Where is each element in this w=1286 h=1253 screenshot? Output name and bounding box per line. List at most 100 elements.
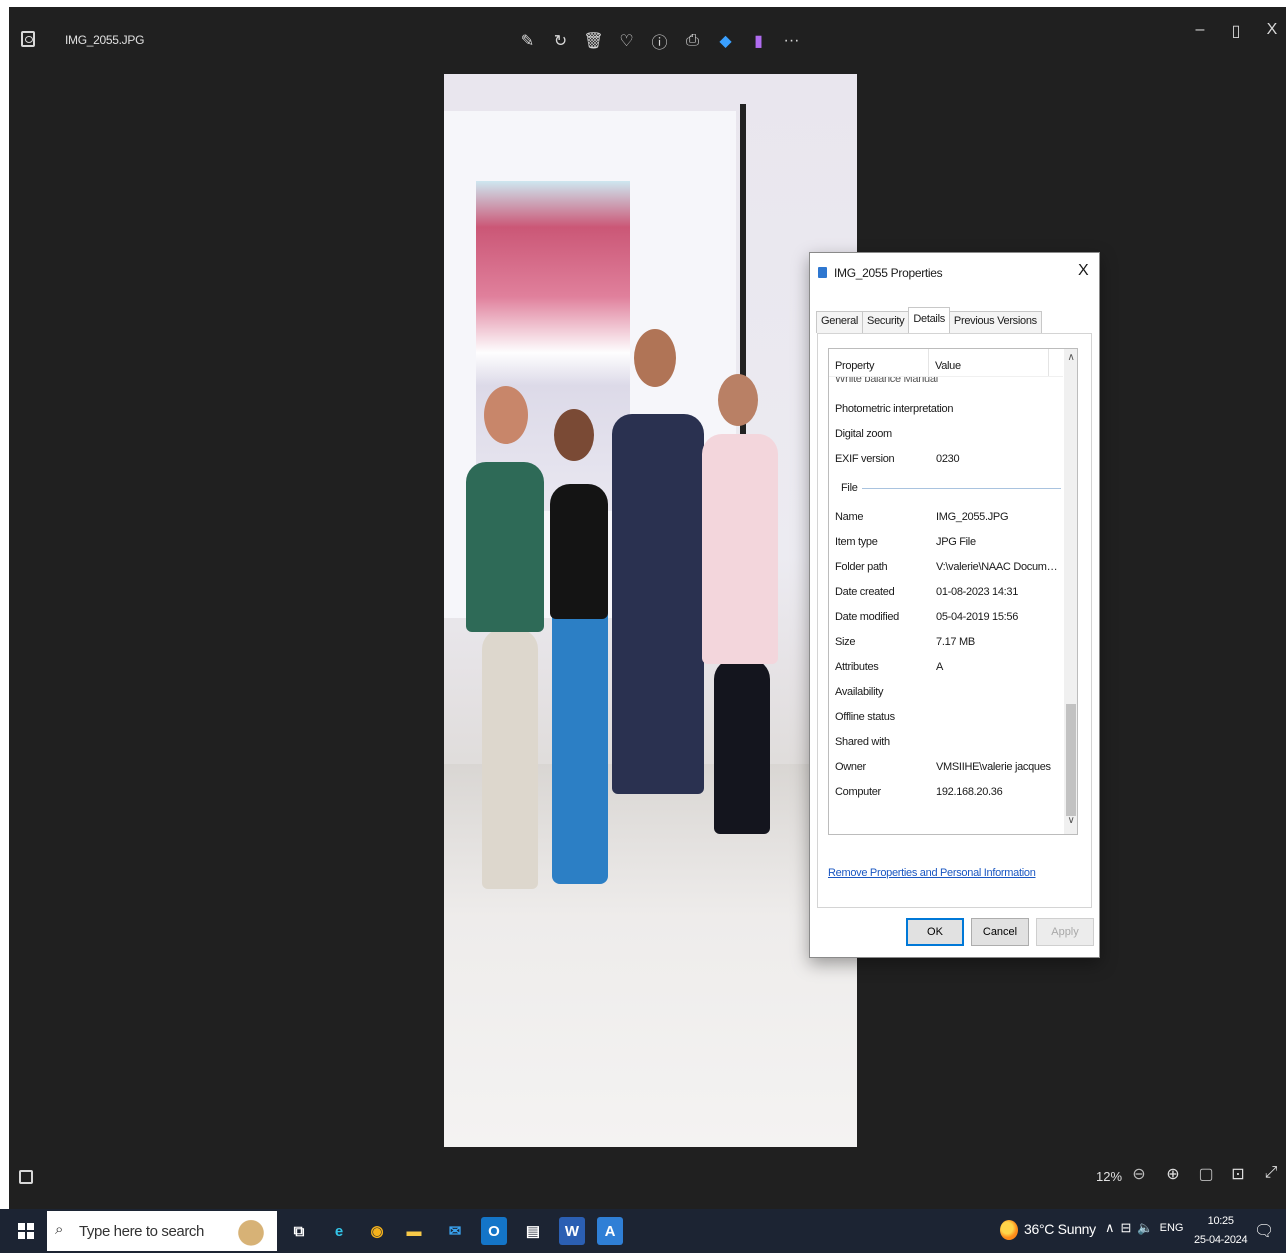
zoom-out-icon[interactable]: ⊖ [1125, 1164, 1153, 1184]
ok-button[interactable]: OK [906, 918, 964, 946]
file-title: IMG_2055.JPG [65, 33, 145, 47]
viewer-bottom-bar: 12% ⊖ ⊕ ▢ ⊡ ⤢ [9, 1150, 1286, 1209]
remove-properties-link[interactable]: Remove Properties and Personal Informati… [828, 867, 1036, 879]
windows-taskbar: ⌕ Type here to search ⧉ e ◉ ▬ ✉ O ▤ W A 36°C Sun… [0, 1209, 1286, 1253]
property-name: Folder path [835, 560, 888, 573]
windows-start-icon[interactable] [18, 1223, 34, 1239]
outlook-icon[interactable]: O [481, 1217, 507, 1245]
close-window-button[interactable]: X [1257, 21, 1286, 39]
property-row[interactable]: Attributes A [829, 654, 1063, 679]
tab-previous-versions[interactable]: Previous Versions [948, 311, 1042, 333]
property-row[interactable]: Digital zoom [829, 421, 1063, 446]
actual-size-icon[interactable]: ⊡ [1224, 1164, 1252, 1184]
tab-general[interactable]: General [816, 311, 864, 333]
chrome-icon[interactable]: ◉ [364, 1217, 390, 1245]
property-value: 01-08-2023 14:31 [936, 585, 1019, 598]
edge-icon[interactable]: e [326, 1217, 352, 1245]
property-value: 0230 [936, 452, 960, 465]
task-view-icon[interactable]: ⧉ [286, 1217, 312, 1245]
property-row[interactable]: Availability [829, 679, 1063, 704]
azure-icon[interactable]: A [597, 1217, 623, 1245]
property-row[interactable]: Folder path V:\valerie\NAAC Documen... [829, 554, 1063, 579]
mail-icon[interactable]: ✉ [442, 1217, 468, 1245]
file-explorer-icon[interactable]: ▬ [401, 1217, 427, 1245]
properties-dialog: IMG_2055 Properties X General Security Det… [809, 252, 1100, 958]
property-row[interactable]: Name IMG_2055.JPG [829, 504, 1063, 529]
clipchamp-icon[interactable]: ▮ [742, 27, 775, 55]
property-name: EXIF version [835, 452, 895, 465]
property-name: Attributes [835, 660, 879, 673]
taskbar-clock[interactable]: 10:25 25-04-2024 [1194, 1212, 1248, 1250]
info-icon[interactable]: ⓘ [643, 27, 676, 55]
tab-security[interactable]: Security [862, 311, 910, 333]
show-hidden-icons-icon[interactable]: ∧ [1105, 1220, 1115, 1236]
property-value: 7.17 MB [936, 635, 975, 648]
property-row[interactable]: Owner VMSIIHE\valerie jacques [829, 754, 1063, 779]
language-indicator[interactable]: ENG [1160, 1222, 1184, 1234]
property-name: Photometric interpretation [835, 402, 954, 415]
zoom-level[interactable]: 12% [1096, 1169, 1122, 1184]
title-bar: IMG_2055.JPG ✎ ↻ 🗑 ♡ ⓘ ⎙ ◆ ▮ ··· – ▯ X [9, 7, 1286, 71]
calculator-icon[interactable]: ▤ [520, 1217, 546, 1245]
property-row[interactable]: Photometric interpretation [829, 396, 1063, 421]
more-icon[interactable]: ··· [775, 27, 808, 55]
taskbar-search-input[interactable]: ⌕ Type here to search [47, 1211, 277, 1251]
viewer-toolbar: ✎ ↻ 🗑 ♡ ⓘ ⎙ ◆ ▮ ··· [511, 27, 808, 55]
property-name: Name [835, 510, 864, 523]
property-value: A [936, 660, 944, 673]
property-name: Owner [835, 760, 866, 773]
list-scrollbar[interactable]: ∧ ∨ [1064, 349, 1077, 834]
dialog-close-button[interactable]: X [1078, 262, 1089, 280]
scroll-down-icon[interactable]: ∨ [1065, 815, 1077, 826]
weather-sun-icon[interactable] [1000, 1220, 1018, 1240]
scrollbar-thumb[interactable] [1066, 704, 1076, 816]
apply-button[interactable]: Apply [1036, 918, 1094, 946]
delete-icon[interactable]: 🗑 [577, 27, 610, 55]
property-row[interactable]: EXIF version 0230 [829, 446, 1063, 471]
fullscreen-icon[interactable]: ⤢ [1257, 1164, 1285, 1182]
property-row[interactable]: Item type JPG File [829, 529, 1063, 554]
property-name: Digital zoom [835, 427, 892, 440]
clock-time: 10:25 [1207, 1215, 1234, 1227]
property-row[interactable]: Computer 192.168.20.36 [829, 779, 1063, 804]
property-value: 192.168.20.36 [936, 785, 1003, 798]
favorite-icon[interactable]: ♡ [610, 27, 643, 55]
minimize-button[interactable]: – [1185, 21, 1215, 39]
word-icon[interactable]: W [559, 1217, 585, 1245]
partially-scrolled-row: White balance Manual [835, 377, 938, 385]
displayed-photo[interactable] [444, 74, 857, 1147]
cancel-button[interactable]: Cancel [971, 918, 1029, 946]
print-icon[interactable]: ⎙ [676, 27, 709, 55]
property-name: Date modified [835, 610, 899, 623]
property-row[interactable]: Shared with [829, 729, 1063, 754]
scroll-up-icon[interactable]: ∧ [1065, 352, 1077, 363]
property-value: VMSIIHE\valerie jacques [936, 760, 1051, 773]
filmstrip-icon[interactable] [19, 1170, 33, 1184]
fit-window-icon[interactable]: ▢ [1192, 1164, 1220, 1184]
maximize-button[interactable]: ▯ [1221, 21, 1251, 41]
weather-widget[interactable]: 36°C Sunny [1024, 1221, 1096, 1237]
column-header-property[interactable]: Property [829, 349, 929, 376]
search-highlight-image [227, 1213, 275, 1249]
tab-details[interactable]: Details [908, 307, 950, 333]
property-row[interactable]: Size 7.17 MB [829, 629, 1063, 654]
property-row[interactable]: Date created 01-08-2023 14:31 [829, 579, 1063, 604]
property-name: Availability [835, 685, 884, 698]
photo-app-icon[interactable]: ◆ [709, 27, 742, 55]
property-value: JPG File [936, 535, 976, 548]
edit-icon[interactable]: ✎ [511, 27, 544, 55]
zoom-in-icon[interactable]: ⊕ [1159, 1164, 1187, 1184]
dialog-title: IMG_2055 Properties [834, 266, 943, 280]
volume-icon[interactable]: 🔈 [1137, 1220, 1153, 1236]
notifications-icon[interactable]: 🗨 [1254, 1221, 1274, 1241]
details-list[interactable]: Property Value White balance Manual Phot… [828, 348, 1078, 835]
column-header-value[interactable]: Value [929, 349, 1049, 376]
section-file: File [841, 482, 1061, 494]
property-name: Item type [835, 535, 878, 548]
photos-app-icon [21, 31, 35, 47]
network-icon[interactable]: ⊟ [1121, 1220, 1132, 1236]
property-row[interactable]: Offline status [829, 704, 1063, 729]
rotate-icon[interactable]: ↻ [544, 27, 577, 55]
property-row[interactable]: Date modified 05-04-2019 15:56 [829, 604, 1063, 629]
property-name: Computer [835, 785, 881, 798]
